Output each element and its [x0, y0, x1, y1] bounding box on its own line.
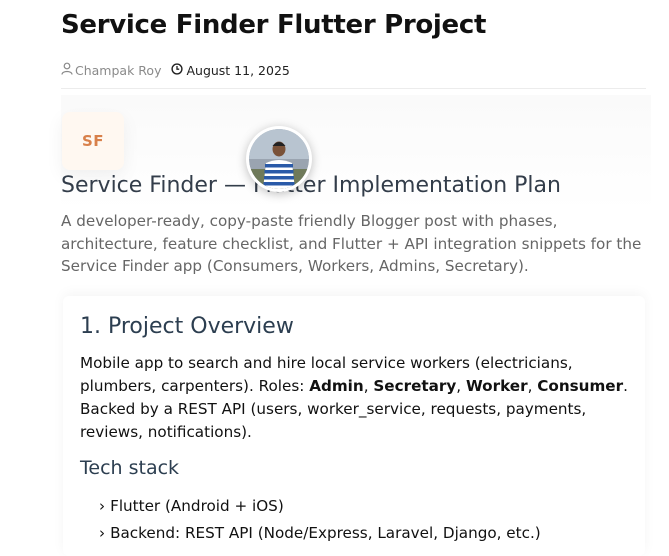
post-meta: Champak Roy August 11, 2025 [61, 62, 290, 78]
logo-text: SF [81, 132, 105, 150]
author-avatar[interactable] [246, 126, 312, 192]
author-link[interactable]: Champak Roy [75, 63, 161, 78]
post-title: Service Finder Flutter Project [61, 10, 487, 40]
section-heading-overview: 1. Project Overview [80, 314, 294, 339]
tech-stack-list: › Flutter (Android + iOS) › Backend: REST … [99, 496, 541, 550]
user-icon [61, 62, 73, 78]
divider [61, 88, 646, 89]
chevron-right-icon: › [99, 524, 106, 542]
role-secretary: Secretary [373, 377, 457, 395]
role-worker: Worker [465, 377, 528, 395]
app-logo: SF [62, 112, 124, 170]
plan-description: A developer-ready, copy-paste friendly B… [61, 212, 642, 275]
chevron-right-icon: › [99, 497, 106, 515]
list-item: › Flutter (Android + iOS) [99, 497, 284, 515]
clock-icon [171, 62, 184, 78]
tech-stack-heading: Tech stack [80, 457, 180, 479]
role-admin: Admin [309, 377, 364, 395]
post-date: August 11, 2025 [186, 62, 290, 78]
plan-heading: Service Finder — Flutter Implementation … [61, 173, 561, 198]
role-consumer: Consumer [537, 377, 624, 395]
overview-paragraph: Mobile app to search and hire local serv… [80, 354, 628, 441]
